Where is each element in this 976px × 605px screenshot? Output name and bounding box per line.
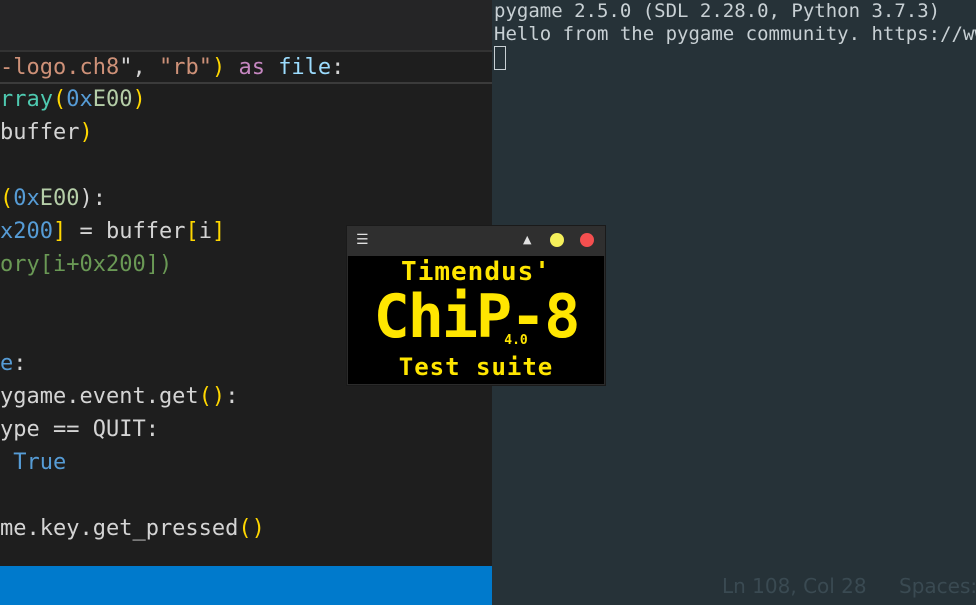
code-line: ype == QUIT: — [0, 413, 159, 446]
code-line: buffer) — [0, 116, 93, 149]
code-token: me.key.get_pressed — [0, 516, 239, 541]
code-token: ", — [119, 55, 159, 80]
code-token: ) — [211, 55, 226, 80]
code-token: : — [331, 55, 345, 80]
pygame-window[interactable]: ☰ ▲ Timendus' ChiP-8 4.0 Test suite — [346, 225, 606, 386]
code-token: as — [225, 55, 279, 80]
code-token: : — [225, 384, 239, 409]
status-indentation[interactable]: Spaces: 4 — [899, 574, 976, 598]
editor-tab-bar — [0, 0, 492, 50]
code-token: 0x — [13, 186, 40, 211]
terminal-line: pygame 2.5.0 (SDL 2.28.0, Python 3.7.3) — [494, 0, 941, 22]
code-line: True — [0, 446, 66, 479]
code-token: E00 — [92, 87, 133, 112]
sticky-code-line: -logo.ch8", "rb") as file: — [0, 51, 344, 84]
sticky-scroll-line[interactable]: -logo.ch8", "rb") as file: — [0, 53, 492, 84]
chip8-subtitle: Test suite — [398, 353, 554, 381]
statusbar-right: Ln 108, Col 28 Spaces: 4 — [492, 566, 976, 605]
code-line: e: — [0, 347, 27, 380]
keep-above-icon[interactable]: ▲ — [523, 233, 531, 246]
code-token: x200 — [0, 219, 53, 244]
code-token: E00 — [39, 186, 80, 211]
code-token: [ — [185, 219, 199, 244]
minimize-button[interactable] — [550, 233, 564, 247]
code-line: me.key.get_pressed() — [0, 512, 265, 545]
close-button[interactable] — [580, 233, 594, 247]
code-token: True — [0, 450, 67, 475]
code-token: buffer — [0, 120, 80, 145]
code-line: (0xE00): — [0, 182, 106, 215]
chip8-display: Timendus' ChiP-8 4.0 Test suite — [348, 256, 604, 384]
code-line: rray(0xE00) — [0, 83, 146, 116]
status-cursor-position[interactable]: Ln 108, Col 28 — [722, 574, 867, 598]
code-token: : — [13, 351, 27, 376]
code-token: ) — [79, 120, 93, 145]
code-token: -logo.ch8 — [0, 55, 120, 80]
code-token: i — [198, 219, 212, 244]
window-titlebar[interactable]: ☰ ▲ — [347, 226, 605, 256]
code-token: ( — [52, 87, 67, 112]
code-line: x200] = buffer[i] — [0, 215, 225, 248]
code-token: () — [198, 384, 226, 409]
code-token: rray — [0, 87, 53, 112]
code-token: e — [0, 351, 14, 376]
chip8-version: 4.0 — [504, 333, 528, 348]
code-token: ): — [79, 186, 107, 211]
code-token: = buffer — [66, 219, 186, 244]
statusbar-left — [0, 566, 492, 605]
code-token: file — [278, 55, 332, 80]
code-token: ory[i+0x200]) — [0, 252, 173, 277]
code-line: ygame.event.get(): — [0, 380, 238, 413]
code-line: ory[i+0x200]) — [0, 248, 172, 281]
code-token: ] — [211, 219, 226, 244]
code-token: ) — [132, 87, 146, 112]
code-token: ygame.event.get — [0, 384, 199, 409]
code-token: 0x — [66, 87, 93, 112]
terminal-cursor — [494, 46, 506, 70]
terminal-line: Hello from the pygame community. https:/… — [494, 23, 976, 45]
code-token: ype == QUIT: — [0, 417, 159, 442]
code-token: "rb" — [158, 55, 212, 80]
menu-icon[interactable]: ☰ — [356, 232, 369, 248]
code-token: ] — [52, 219, 67, 244]
code-token: () — [238, 516, 265, 541]
code-token: ( — [0, 186, 14, 211]
